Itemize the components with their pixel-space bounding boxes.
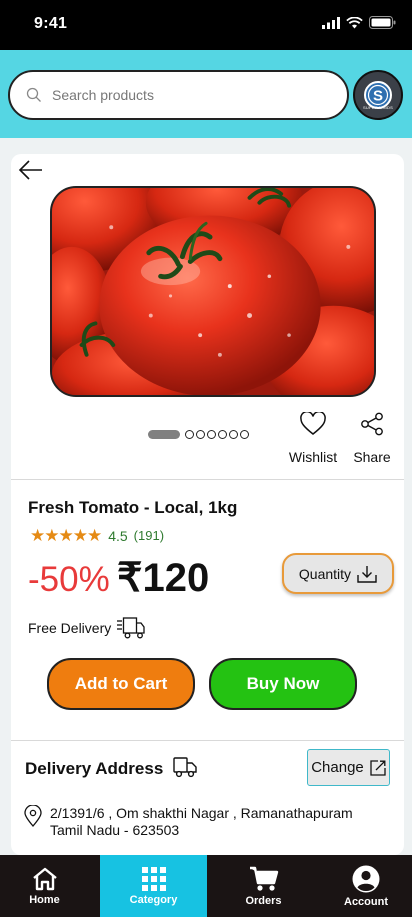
share-button[interactable]: Share — [349, 412, 395, 465]
quantity-label: Quantity — [298, 565, 352, 582]
free-delivery-label: Free Delivery — [28, 620, 112, 636]
wishlist-label: Wishlist — [288, 449, 338, 465]
carousel-dot-active[interactable] — [148, 430, 180, 439]
change-label: Change — [311, 759, 364, 776]
wishlist-button[interactable]: Wishlist — [286, 410, 340, 465]
nav-item-home[interactable]: Home — [0, 855, 89, 917]
address-text: 2/1391/6 , Om shakthi Nagar , Ramanathap… — [50, 805, 353, 839]
rating-stars: ★★★★★ — [30, 526, 102, 545]
search-input[interactable] — [52, 87, 312, 103]
price-label: ₹120 — [117, 556, 210, 600]
carousel-dot[interactable] — [240, 430, 249, 439]
status-icons — [322, 16, 396, 29]
divider — [11, 479, 404, 480]
share-icon — [361, 412, 383, 436]
address-line-1: 2/1391/6 , Om shakthi Nagar , Ramanathap… — [50, 805, 353, 821]
status-time: 9:41 — [34, 15, 68, 32]
status-bar: 9:41 — [0, 0, 412, 50]
carousel-dot[interactable] — [218, 430, 227, 439]
carousel-dot[interactable] — [207, 430, 216, 439]
change-address-button[interactable]: Change — [307, 749, 390, 786]
brand-logo[interactable]: S SUPER MINDS — [353, 70, 403, 120]
carousel-dot[interactable] — [185, 430, 194, 439]
rating-count[interactable]: (191) — [134, 528, 164, 543]
nav-item-category[interactable]: Category — [100, 855, 207, 917]
cart-icon — [249, 866, 278, 891]
search-icon — [26, 87, 41, 102]
heart-icon — [300, 410, 326, 435]
carousel-dot[interactable] — [229, 430, 238, 439]
bottom-nav: Home Category Orders Account — [0, 855, 412, 917]
nav-label-category: Category — [129, 893, 178, 906]
svg-text:S: S — [373, 88, 383, 105]
search-header: S SUPER MINDS — [0, 50, 412, 138]
quantity-button[interactable]: Quantity — [282, 553, 394, 594]
delivery-address-title: Delivery Address — [25, 759, 164, 778]
add-to-cart-button[interactable]: Add to Cart — [47, 658, 195, 710]
address-line-2: Tamil Nadu - 623503 — [50, 822, 180, 838]
carousel-dot[interactable] — [196, 430, 205, 439]
nav-label-orders: Orders — [245, 894, 282, 907]
buy-now-button[interactable]: Buy Now — [209, 658, 357, 710]
location-pin-icon — [24, 805, 42, 827]
search-box[interactable] — [8, 70, 349, 120]
rating-row: ★★★★★ 4.5 (191) — [30, 527, 164, 544]
nav-item-account[interactable]: Account — [320, 855, 412, 917]
back-arrow-icon[interactable] — [18, 157, 44, 183]
product-title: Fresh Tomato - Local, 1kg — [28, 498, 238, 517]
nav-label-home: Home — [29, 893, 60, 906]
delivery-truck-icon — [173, 757, 197, 778]
free-delivery: Free Delivery — [28, 617, 145, 639]
image-carousel-dots[interactable] — [148, 430, 249, 439]
rating-value: 4.5 — [108, 527, 128, 544]
discount-label: -50% — [28, 560, 110, 599]
product-image[interactable] — [50, 186, 376, 397]
delivery-address: 2/1391/6 , Om shakthi Nagar , Ramanathap… — [24, 805, 353, 839]
share-label: Share — [353, 449, 391, 465]
download-icon — [357, 565, 377, 583]
battery-icon — [369, 16, 396, 29]
nav-label-account: Account — [344, 895, 388, 908]
grid-icon — [141, 866, 166, 891]
home-icon — [32, 867, 57, 890]
brand-logo-text: SUPER MINDS — [363, 105, 393, 110]
tomato-photo — [52, 188, 374, 395]
nav-item-orders[interactable]: Orders — [207, 855, 320, 917]
edit-icon — [370, 759, 386, 776]
account-icon — [352, 865, 380, 892]
delivery-truck-icon — [117, 617, 145, 639]
signal-icon — [322, 16, 340, 29]
wifi-icon — [346, 16, 363, 28]
divider — [11, 740, 404, 741]
